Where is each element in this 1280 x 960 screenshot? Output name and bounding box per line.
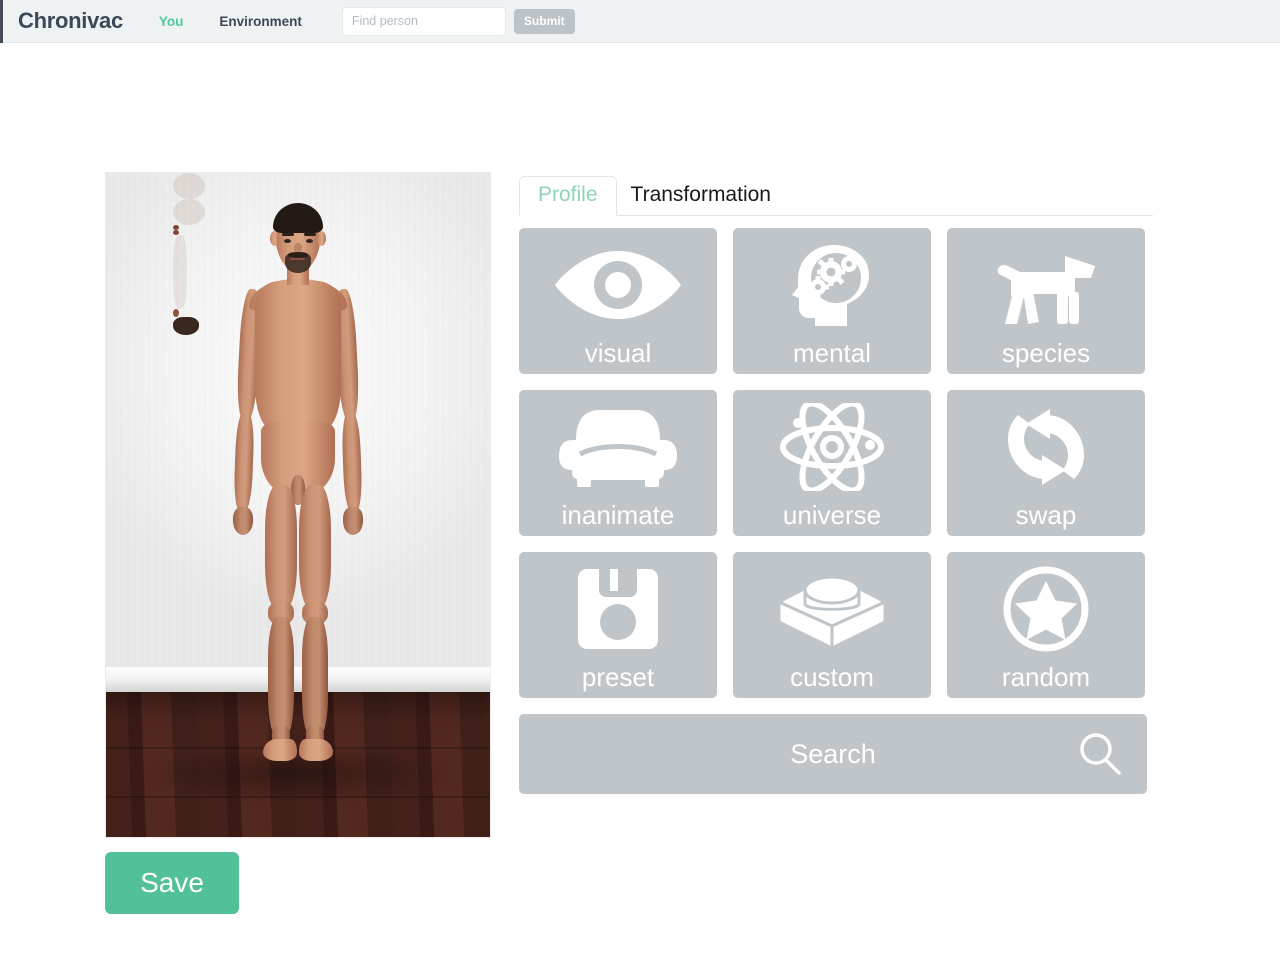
find-person-input[interactable] [341, 6, 506, 36]
tile-label: mental [792, 338, 872, 368]
tile-mental[interactable]: mental [733, 228, 931, 374]
tile-visual[interactable]: visual [519, 228, 717, 374]
tile-species[interactable]: species [947, 228, 1145, 374]
tab-bar: Profile Transformation [519, 172, 1153, 216]
profile-photo[interactable] [105, 172, 491, 838]
photo-person-figure [173, 173, 423, 837]
nav-link-you[interactable]: You [159, 14, 184, 29]
tile-inanimate[interactable]: inanimate [519, 390, 717, 536]
dog-icon [947, 242, 1145, 328]
transformation-tile-grid: visual mental species inanimate universe… [519, 228, 1153, 698]
tile-label: inanimate [561, 500, 675, 530]
tile-label: swap [1015, 500, 1077, 530]
tile-label: species [1001, 338, 1091, 368]
tile-universe[interactable]: universe [733, 390, 931, 536]
eye-icon [519, 242, 717, 328]
brand-title: Chronivac [18, 8, 123, 33]
lego-brick-icon [733, 566, 931, 652]
tab-transformation[interactable]: Transformation [617, 177, 789, 215]
tile-label: visual [584, 338, 652, 368]
nav-link-environment[interactable]: Environment [219, 14, 302, 29]
profile-photo-column: Save [105, 172, 491, 914]
tile-custom[interactable]: custom [733, 552, 931, 698]
save-button[interactable]: Save [105, 852, 239, 914]
tile-label: universe [782, 500, 882, 530]
armchair-icon [519, 404, 717, 490]
submit-button[interactable]: Submit [513, 8, 575, 34]
find-person-form: Submit [341, 6, 575, 36]
search-label: Search [790, 738, 876, 769]
magnifier-icon[interactable] [1077, 731, 1123, 777]
navbar-left-accent [0, 0, 3, 43]
transformation-panel: Profile Transformation visual mental spe… [519, 172, 1153, 794]
tile-label: random [1001, 662, 1091, 692]
top-navbar: Chronivac You Environment Submit [0, 0, 1280, 43]
search-bar[interactable]: Search [519, 714, 1147, 794]
tab-profile[interactable]: Profile [519, 176, 617, 216]
tile-swap[interactable]: swap [947, 390, 1145, 536]
head-gears-icon [733, 242, 931, 328]
floppy-disk-icon [519, 566, 717, 652]
tile-label: preset [581, 662, 655, 692]
tile-label: custom [790, 662, 874, 692]
tile-random[interactable]: random [947, 552, 1145, 698]
page-body: Save Profile Transformation visual menta… [0, 43, 1280, 960]
swap-arrows-icon [947, 404, 1145, 490]
tile-preset[interactable]: preset [519, 552, 717, 698]
star-circle-icon [947, 566, 1145, 652]
atom-icon [733, 403, 931, 491]
